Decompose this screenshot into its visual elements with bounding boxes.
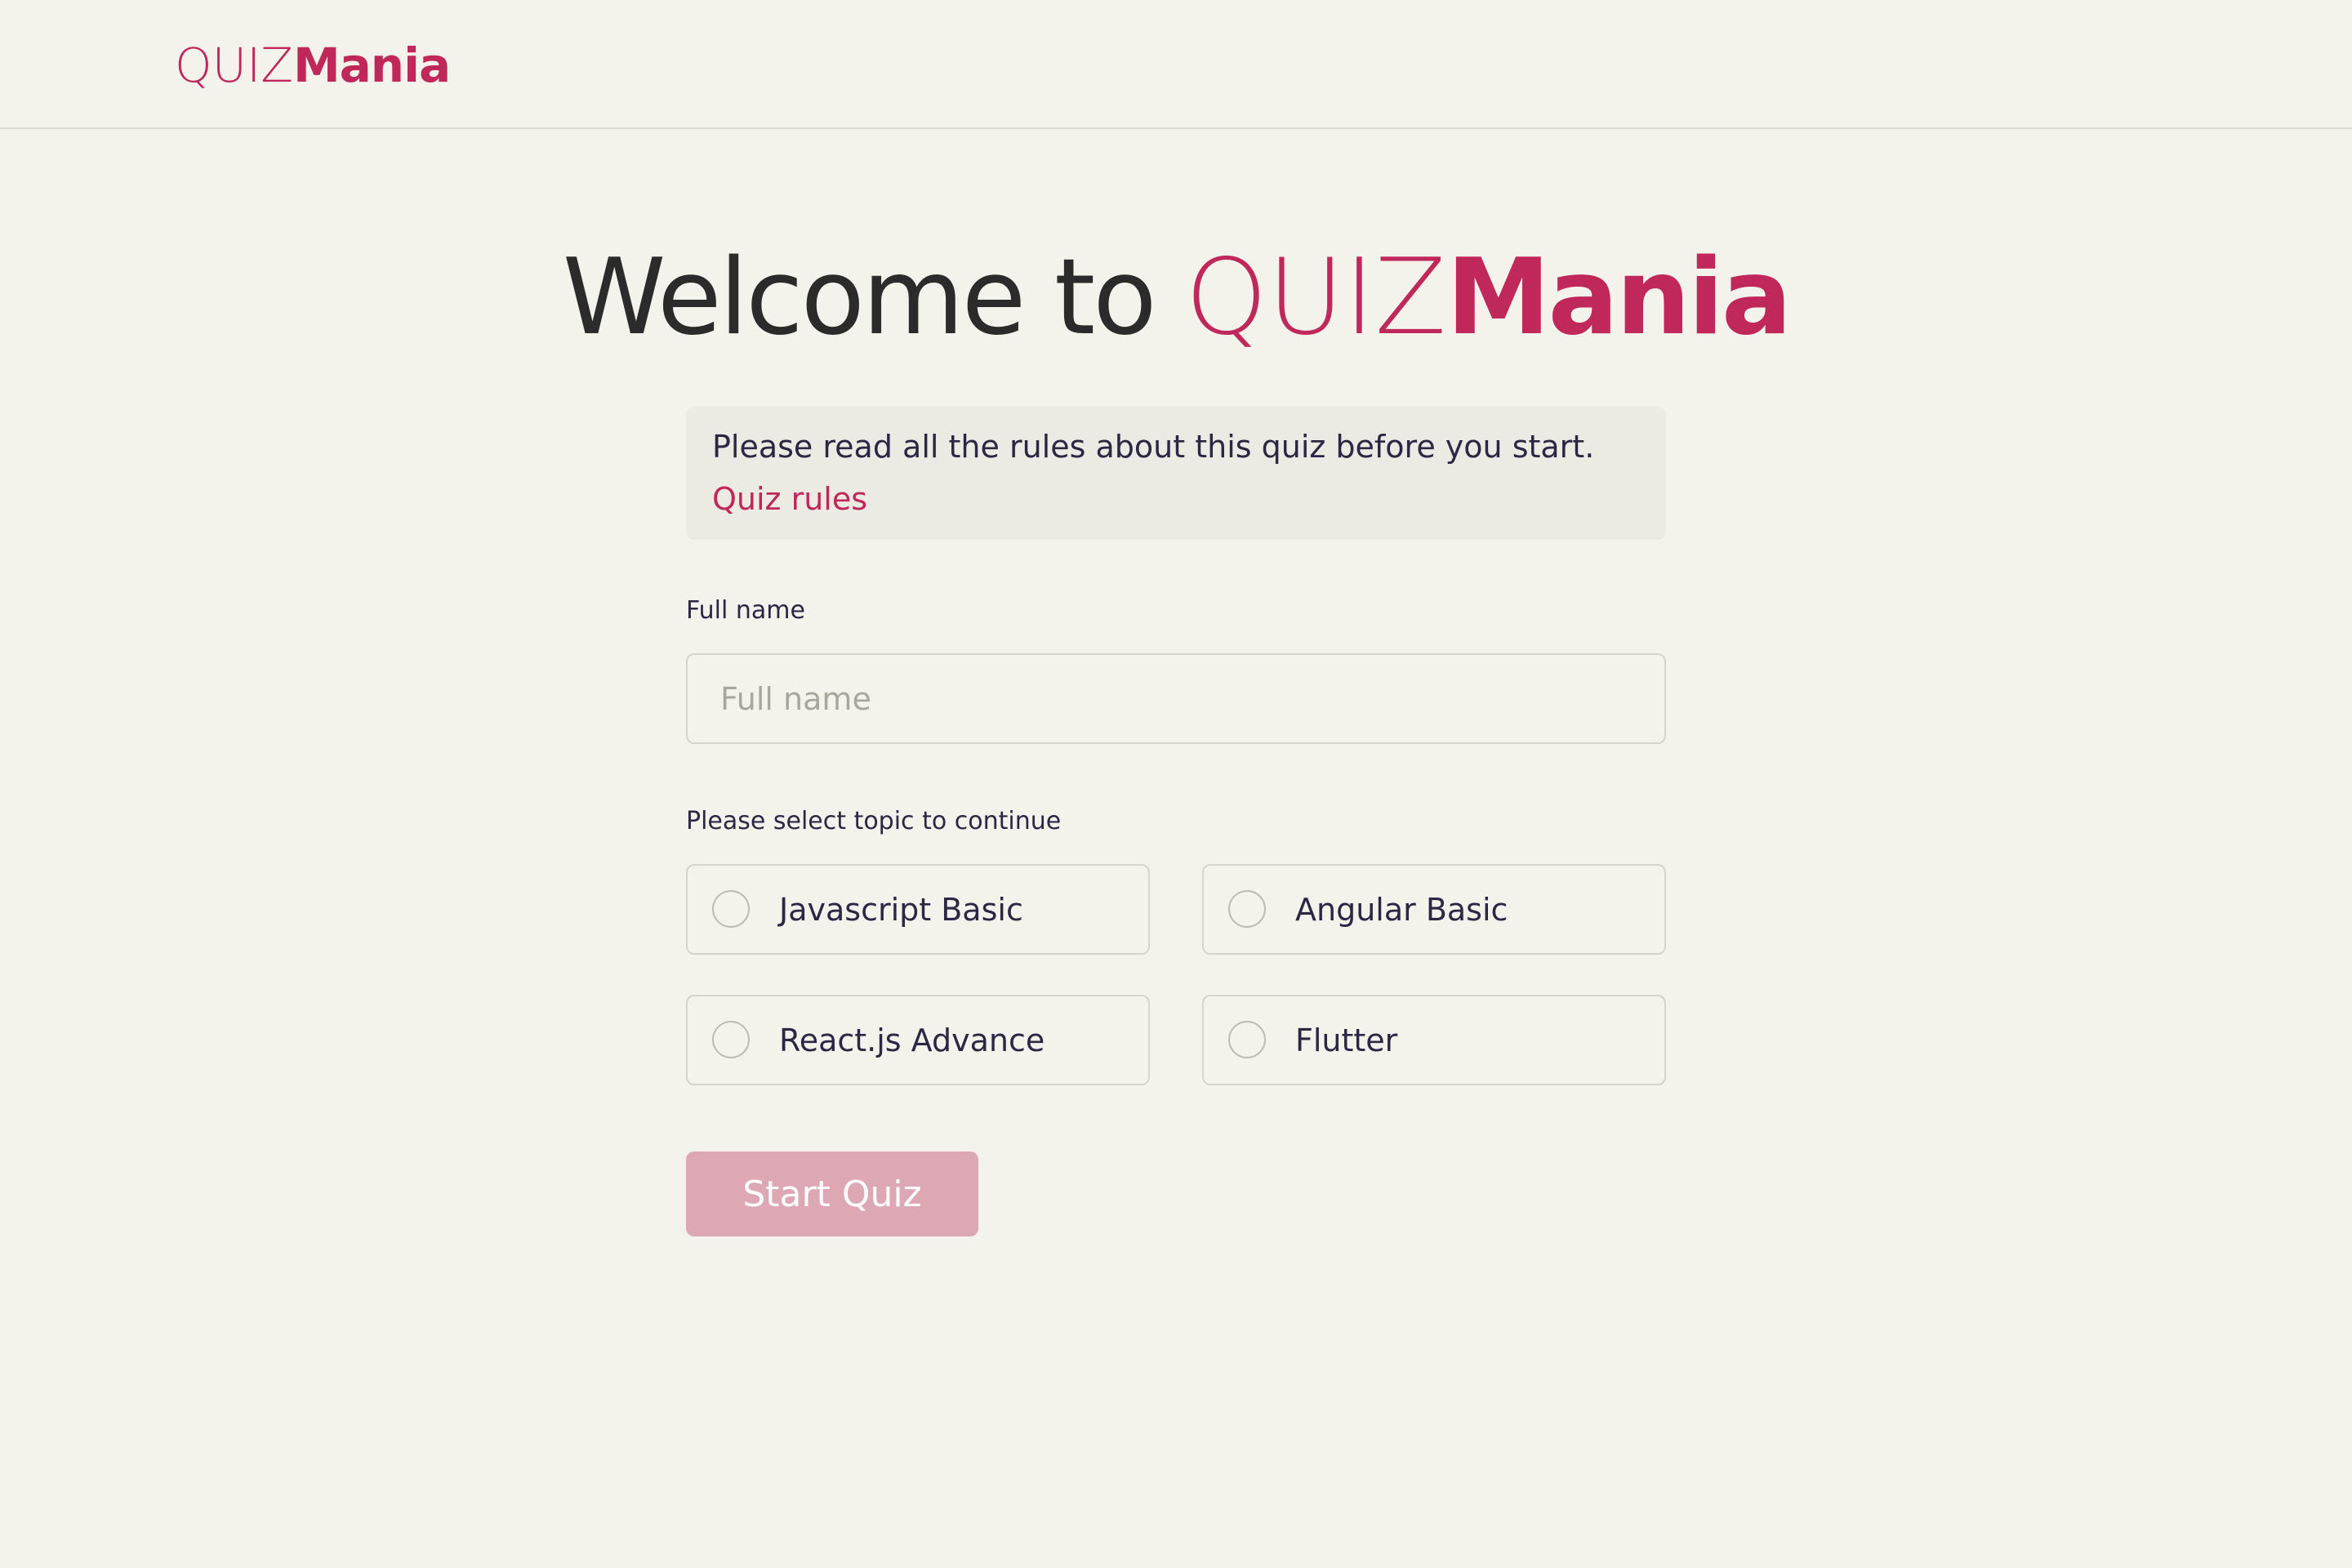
- topic-option-javascript-basic[interactable]: Javascript Basic: [686, 864, 1150, 955]
- topic-option-flutter[interactable]: Flutter: [1202, 995, 1666, 1085]
- page-title: Welcome to QUIZMania: [0, 237, 2352, 359]
- full-name-input[interactable]: [686, 653, 1666, 744]
- rules-info-box: Please read all the rules about this qui…: [686, 407, 1666, 540]
- logo-light-text: QUIZ: [175, 38, 293, 93]
- topic-option-angular-basic[interactable]: Angular Basic: [1202, 864, 1666, 955]
- logo-bold-text: Mania: [292, 38, 451, 93]
- topic-label: Javascript Basic: [779, 892, 1023, 928]
- topic-label: Angular Basic: [1295, 892, 1508, 928]
- rules-info-text: Please read all the rules about this qui…: [712, 429, 1595, 465]
- top-header: QUIZMania: [0, 0, 2352, 129]
- page-title-prefix: Welcome to: [562, 237, 1186, 359]
- radio-button[interactable]: [712, 890, 750, 928]
- radio-button[interactable]: [1228, 1021, 1266, 1058]
- topic-select-label: Please select topic to continue: [686, 807, 1062, 835]
- page-title-brand-light: QUIZ: [1185, 237, 1447, 359]
- radio-button[interactable]: [1228, 890, 1266, 928]
- full-name-label: Full name: [686, 596, 805, 625]
- start-quiz-button[interactable]: Start Quiz: [686, 1152, 978, 1236]
- topic-label: React.js Advance: [779, 1022, 1045, 1058]
- page-title-brand-bold: Mania: [1446, 237, 1792, 359]
- radio-button[interactable]: [712, 1021, 750, 1058]
- topic-label: Flutter: [1295, 1022, 1398, 1058]
- topic-option-react-advance[interactable]: React.js Advance: [686, 995, 1150, 1085]
- logo[interactable]: QUIZMania: [175, 36, 451, 95]
- quiz-rules-link[interactable]: Quiz rules: [712, 479, 867, 519]
